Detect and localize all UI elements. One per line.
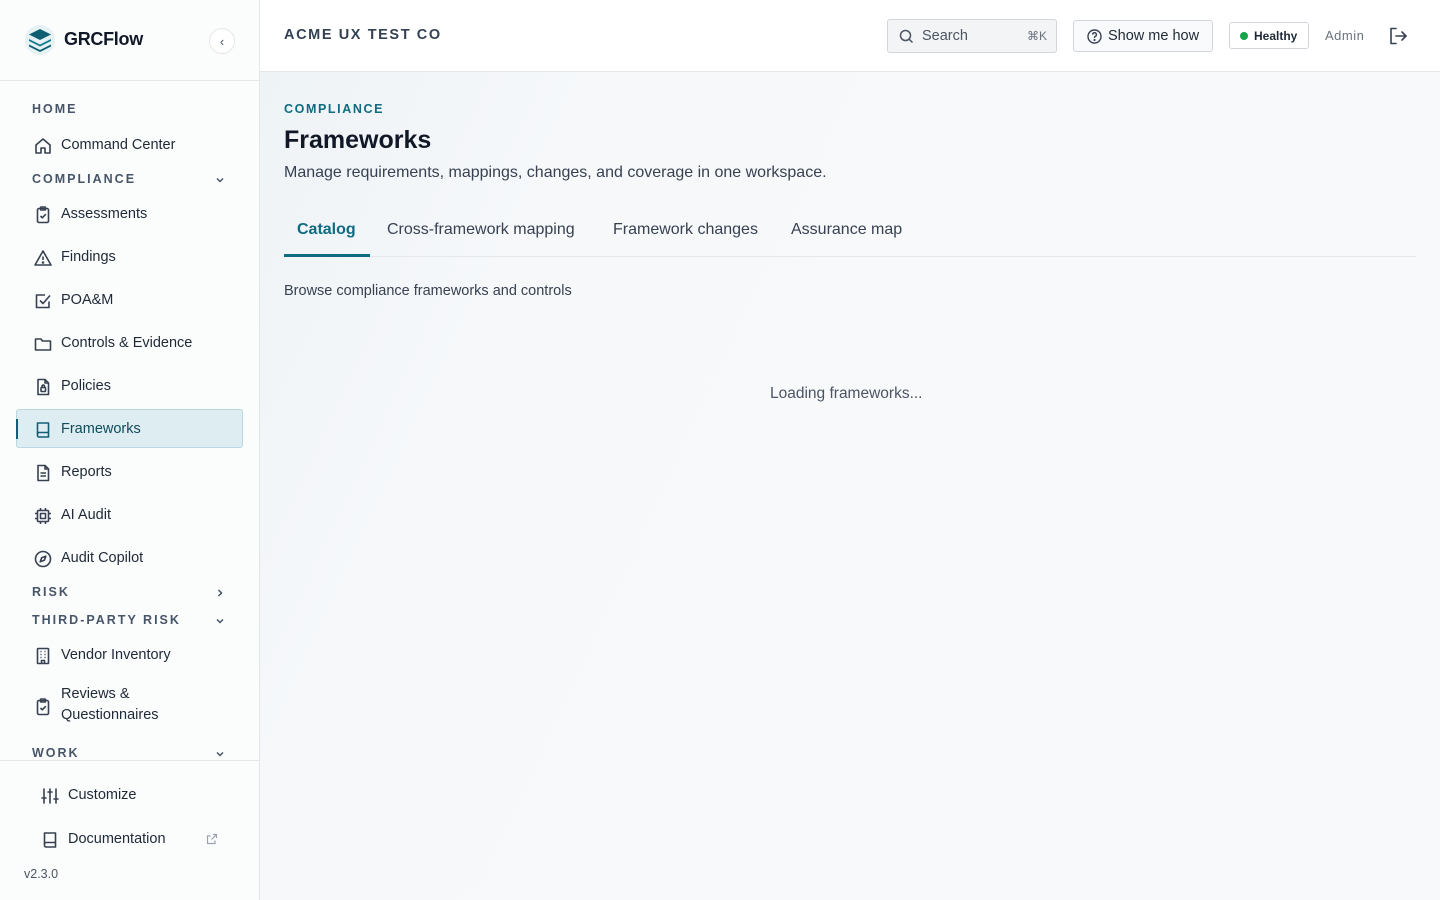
collapse-sidebar-button[interactable]: ‹ — [209, 28, 235, 54]
building-icon — [36, 647, 50, 665]
brand-header: GRCFlow ‹ — [0, 0, 259, 81]
page-title: Frameworks — [284, 126, 432, 154]
show-me-how-label: Show me how — [1108, 28, 1200, 44]
page-subtitle: Manage requirements, mappings, changes, … — [284, 164, 827, 181]
sidebar-item-vendor-inventory[interactable]: Vendor Inventory — [16, 635, 243, 674]
documentation-link[interactable]: Documentation — [0, 823, 211, 857]
home-icon — [35, 138, 51, 154]
sidebar-item-reviews-questionnaires[interactable]: Reviews & Questionnaires — [16, 678, 243, 732]
report-icon — [37, 464, 50, 482]
sidebar-item-label: Reports — [61, 464, 112, 480]
main-content: COMPLIANCE Frameworks Manage requirement… — [260, 72, 1440, 900]
tab-assurance-map[interactable]: Assurance map — [791, 221, 902, 239]
sidebar-item-poam[interactable]: POA&M — [16, 280, 243, 319]
org-name: ACME UX TEST CO — [284, 27, 442, 43]
status-dot-icon — [1240, 32, 1248, 40]
page-eyebrow: COMPLIANCE — [284, 102, 385, 116]
external-link-icon — [206, 833, 218, 845]
tab-bar: Catalog Cross-framework mapping Framewor… — [284, 208, 1416, 257]
warning-triangle-icon — [34, 250, 52, 266]
sidebar-item-label: AI Audit — [61, 507, 111, 523]
sidebar-item-findings[interactable]: Findings — [16, 237, 243, 276]
sidebar-item-command-center[interactable]: Command Center — [16, 125, 243, 164]
clipboard-check-icon — [36, 206, 50, 224]
active-tab-indicator — [284, 254, 370, 257]
status-badge: Healthy — [1229, 22, 1309, 49]
section-compliance[interactable]: COMPLIANCE — [32, 172, 136, 186]
tab-description: Browse compliance frameworks and control… — [284, 283, 572, 299]
book-icon — [43, 832, 57, 848]
book-icon — [36, 422, 50, 438]
sidebar-item-label: Vendor Inventory — [61, 647, 171, 663]
tab-framework-changes[interactable]: Framework changes — [613, 221, 758, 239]
sidebar-item-label: Assessments — [61, 206, 148, 222]
customize-label: Customize — [68, 787, 137, 803]
sidebar-item-label: Controls & Evidence — [61, 335, 193, 351]
sidebar-item-frameworks[interactable]: Frameworks — [16, 409, 243, 448]
sidebar-item-assessments[interactable]: Assessments — [16, 194, 243, 233]
section-work[interactable]: WORK — [32, 746, 80, 760]
sidebar-item-label: Reviews & Questionnaires — [61, 686, 159, 723]
sidebar-item-policies[interactable]: Policies — [16, 366, 243, 405]
clipboard-check-icon — [36, 698, 50, 716]
chevron-down-icon[interactable] — [213, 747, 227, 761]
app-name: GRCFlow — [64, 29, 143, 49]
logout-icon[interactable] — [1387, 25, 1409, 47]
sidebar-item-controls-evidence[interactable]: Controls & Evidence — [16, 323, 243, 362]
chevron-right-icon[interactable] — [213, 586, 227, 600]
user-role[interactable]: Admin — [1325, 28, 1364, 43]
sidebar-item-label: Policies — [61, 378, 111, 394]
sidebar-item-label: POA&M — [61, 292, 114, 308]
customize-button[interactable]: Customize — [0, 779, 211, 813]
show-me-how-button[interactable]: Show me how — [1073, 20, 1213, 52]
sidebar-item-audit-copilot[interactable]: Audit Copilot — [16, 538, 243, 577]
section-risk[interactable]: RISK — [32, 585, 70, 599]
app-version: v2.3.0 — [24, 867, 59, 881]
chevron-down-icon[interactable] — [213, 614, 227, 628]
sidebar-item-label: Command Center — [61, 137, 176, 153]
folder-icon — [34, 338, 52, 351]
sliders-icon — [41, 788, 59, 804]
help-circle-icon — [1087, 29, 1102, 44]
search-shortcut: ⌘K — [1026, 29, 1047, 43]
stack-layers-icon — [25, 25, 55, 55]
loading-message: Loading frameworks... — [770, 385, 923, 402]
document-lock-icon — [37, 378, 50, 396]
sidebar-item-reports[interactable]: Reports — [16, 452, 243, 491]
section-third-party-risk[interactable]: THIRD-PARTY RISK — [32, 613, 181, 627]
compass-icon — [34, 550, 52, 568]
chip-icon — [35, 508, 51, 524]
chevron-left-icon: ‹ — [219, 33, 225, 49]
status-label: Healthy — [1254, 29, 1298, 43]
chevron-down-icon[interactable] — [213, 173, 227, 187]
sidebar-item-ai-audit[interactable]: AI Audit — [16, 495, 243, 534]
tab-cross-framework-mapping[interactable]: Cross-framework mapping — [387, 221, 575, 239]
documentation-label: Documentation — [68, 831, 166, 847]
search-icon — [899, 29, 914, 44]
section-home: HOME — [32, 102, 78, 116]
tab-catalog[interactable]: Catalog — [297, 221, 356, 239]
search-label: Search — [922, 28, 968, 44]
sidebar-item-label: Frameworks — [61, 421, 141, 437]
search-button[interactable]: Search ⌘K — [887, 19, 1057, 53]
sidebar: GRCFlow ‹ HOME Command Center COMPLIANCE… — [0, 0, 260, 900]
sidebar-item-label: Findings — [61, 249, 116, 265]
sidebar-item-label: Audit Copilot — [61, 550, 144, 566]
checkbox-icon — [35, 294, 51, 309]
top-header: ACME UX TEST CO Search ⌘K Show me how He… — [260, 0, 1440, 72]
